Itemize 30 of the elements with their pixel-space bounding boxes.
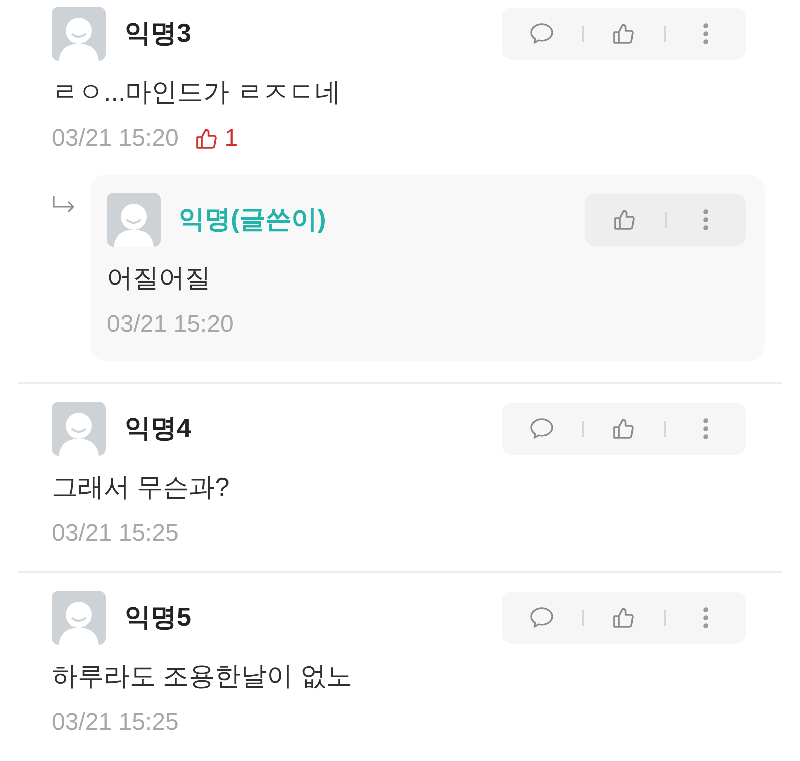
speech-bubble-icon: [530, 418, 554, 440]
author-name: 익명(글쓴이): [179, 204, 326, 236]
speech-bubble-icon: [530, 23, 554, 45]
more-icon: [703, 209, 710, 231]
avatar-icon: [52, 591, 106, 645]
thumbs-up-icon: [612, 208, 637, 232]
comment-time: 03/21 15:25: [52, 708, 179, 738]
comment-time: 03/21 15:20: [52, 124, 179, 154]
thumbs-up-icon: [612, 22, 636, 46]
comment-text: ㄹㅇ...마인드가 ㄹㅈㄷ네: [52, 76, 342, 109]
comment-text: 어질어질: [107, 262, 212, 295]
author-name: 익명4: [125, 413, 192, 445]
more-icon: [703, 418, 709, 440]
speech-bubble-icon: [530, 607, 554, 629]
thumbs-up-icon: [612, 417, 636, 441]
comment-text: 하루라도 조용한날이 없노: [52, 660, 354, 693]
thumbs-up-icon: [194, 127, 219, 151]
avatar-icon: [52, 7, 106, 61]
comment-time: 03/21 15:20: [107, 310, 234, 340]
comment-time: 03/21 15:25: [52, 519, 179, 549]
like-count: 1: [224, 124, 238, 154]
thumbs-up-icon: [612, 606, 636, 630]
avatar-icon: [52, 402, 106, 456]
reply-arrow-icon: [52, 195, 76, 215]
author-name: 익명3: [125, 18, 192, 50]
more-icon: [703, 23, 709, 45]
avatar-icon: [107, 193, 161, 247]
more-icon: [703, 607, 709, 629]
author-name: 익명5: [125, 602, 192, 634]
comment-text: 그래서 무슨과?: [52, 471, 231, 504]
